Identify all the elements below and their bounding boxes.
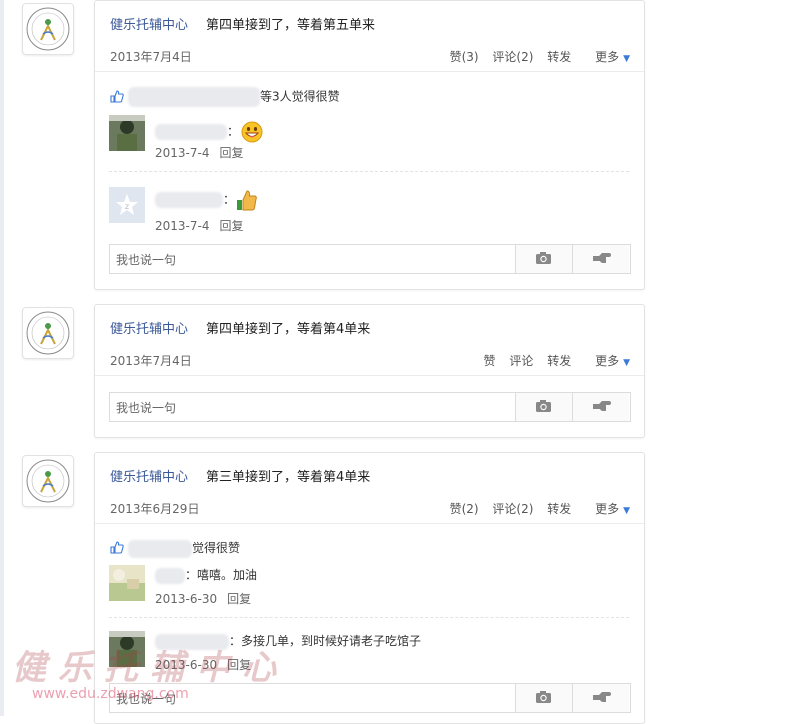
author-avatar[interactable] — [22, 3, 74, 55]
photo-button[interactable] — [515, 684, 572, 712]
post-header: 健乐托辅中心 第四单接到了，等着第4单来 2013年7月4日 赞 评论 转发 更… — [95, 305, 644, 376]
comment-meta: 2013-6-30 回复 — [155, 590, 251, 607]
share-button[interactable]: 转发 — [547, 50, 571, 64]
comment-item: z ： 2013-7-4 回复 — [109, 187, 629, 237]
comment-meta: 2013-7-4 回复 — [155, 217, 243, 234]
likes-text: 觉得很赞 — [192, 541, 241, 555]
author-avatar[interactable] — [22, 307, 74, 359]
svg-text:z: z — [125, 202, 129, 211]
comment-meta: 2013-7-4 回复 — [155, 144, 243, 161]
comment-text: ：多接几单，到时候好请老子吃馆子 — [155, 632, 421, 650]
post-text: 第四单接到了，等着第4单来 — [206, 322, 371, 337]
post-card: 健乐托辅中心 第四单接到了，等着第4单来 2013年7月4日 赞 评论 转发 更… — [94, 304, 645, 438]
commenter-avatar[interactable] — [109, 631, 145, 667]
thumbs-up-emoji-icon — [237, 190, 257, 211]
chevron-down-icon: ▼ — [623, 506, 630, 516]
thumb-button[interactable] — [572, 684, 629, 712]
thumbs-up-icon — [110, 89, 124, 103]
comment-button[interactable]: 评论(2) — [492, 50, 533, 64]
post-text: 第三单接到了，等着第4单来 — [206, 470, 371, 485]
more-button[interactable]: 更多 ▼ — [585, 502, 630, 516]
author-avatar[interactable] — [22, 455, 74, 507]
comment-button[interactable]: 评论 — [509, 354, 533, 368]
comment-input-placeholder: 我也说一句 — [116, 401, 177, 415]
comment-text: ：嘻嘻。加油 — [155, 566, 257, 584]
post-date[interactable]: 2013年6月29日 — [110, 500, 199, 517]
comment-date: 2013-6-30 — [155, 658, 218, 672]
likes-text: 等3人觉得很赞 — [260, 89, 340, 104]
like-button[interactable]: 赞(2) — [450, 502, 479, 516]
hand-point-icon — [593, 692, 611, 702]
reply-button[interactable]: 回复 — [227, 658, 251, 672]
likes-row: 等3人觉得很赞 — [110, 87, 340, 107]
post-actions: 赞(2) 评论(2) 转发 更多 ▼ — [440, 500, 630, 517]
comment-item: ：嘻嘻。加油 2013-6-30 回复 — [109, 565, 629, 615]
commenter-name[interactable] — [155, 124, 227, 140]
reply-button[interactable]: 回复 — [227, 592, 251, 606]
post-card: 健乐托辅中心 第四单接到了，等着第五单来 2013年7月4日 赞(3) 评论(2… — [94, 0, 645, 290]
comment-input[interactable]: 我也说一句 — [109, 683, 631, 713]
comment-item: ： 2013-7-4 回复 — [109, 115, 629, 165]
comment-date: 2013-7-4 — [155, 219, 210, 233]
post-header: 健乐托辅中心 第三单接到了，等着第4单来 2013年6月29日 赞(2) 评论(… — [95, 453, 644, 524]
comment-item: ：多接几单，到时候好请老子吃馆子 2013-6-30 回复 — [109, 631, 629, 681]
author-name[interactable]: 健乐托辅中心 — [110, 318, 188, 337]
hand-point-icon — [593, 401, 611, 411]
post-actions: 赞(3) 评论(2) 转发 更多 ▼ — [440, 48, 630, 65]
more-label: 更多 — [595, 50, 620, 64]
more-label: 更多 — [595, 354, 620, 368]
hand-point-icon — [593, 253, 611, 263]
reply-button[interactable]: 回复 — [219, 219, 243, 233]
camera-icon — [536, 691, 551, 703]
reply-button[interactable]: 回复 — [219, 146, 243, 160]
camera-icon — [536, 400, 551, 412]
post-text: 第四单接到了，等着第五单来 — [206, 18, 376, 33]
comment-divider — [109, 171, 629, 172]
photo-button[interactable] — [515, 393, 572, 421]
post-date[interactable]: 2013年7月4日 — [110, 48, 192, 65]
post-actions: 赞 评论 转发 更多 ▼ — [474, 352, 630, 369]
comment-input[interactable]: 我也说一句 — [109, 392, 631, 422]
more-button[interactable]: 更多 ▼ — [585, 354, 630, 368]
comment-input[interactable]: 我也说一句 — [109, 244, 631, 274]
comment-date: 2013-7-4 — [155, 146, 210, 160]
commenter-name[interactable] — [155, 192, 223, 208]
commenter-avatar[interactable] — [109, 115, 145, 151]
like-button[interactable]: 赞(3) — [450, 50, 479, 64]
chevron-down-icon: ▼ — [623, 358, 630, 368]
comment-input-placeholder: 我也说一句 — [116, 692, 177, 706]
thumbs-up-icon — [110, 541, 124, 554]
commenter-avatar[interactable] — [109, 565, 145, 601]
like-button[interactable]: 赞 — [484, 354, 496, 368]
comment-divider — [109, 617, 629, 618]
comment-meta: 2013-6-30 回复 — [155, 656, 251, 673]
liker-names[interactable] — [128, 87, 260, 107]
commenter-name[interactable] — [155, 633, 229, 650]
comment-button[interactable]: 评论(2) — [492, 502, 533, 516]
thumb-button[interactable] — [572, 245, 629, 273]
author-name[interactable]: 健乐托辅中心 — [110, 466, 188, 485]
post-date[interactable]: 2013年7月4日 — [110, 352, 192, 369]
camera-icon — [536, 252, 551, 264]
likes-row: 觉得很赞 — [110, 539, 240, 558]
author-name[interactable]: 健乐托辅中心 — [110, 14, 188, 33]
post-header: 健乐托辅中心 第四单接到了，等着第五单来 2013年7月4日 赞(3) 评论(2… — [95, 1, 644, 72]
share-button[interactable]: 转发 — [547, 502, 571, 516]
left-rule — [0, 0, 4, 716]
liker-names[interactable] — [128, 539, 192, 558]
commenter-name[interactable] — [155, 567, 185, 584]
thumb-button[interactable] — [572, 393, 629, 421]
comment-date: 2013-6-30 — [155, 592, 218, 606]
photo-button[interactable] — [515, 245, 572, 273]
share-button[interactable]: 转发 — [547, 354, 571, 368]
comment-input-placeholder: 我也说一句 — [116, 253, 177, 267]
grin-emoji-icon — [241, 121, 263, 143]
commenter-avatar[interactable]: z — [109, 187, 145, 223]
post-card: 健乐托辅中心 第三单接到了，等着第4单来 2013年6月29日 赞(2) 评论(… — [94, 452, 645, 724]
more-button[interactable]: 更多 ▼ — [585, 50, 630, 64]
more-label: 更多 — [595, 502, 620, 516]
comment-text: ： — [155, 188, 259, 212]
comment-text: ： — [155, 121, 263, 143]
chevron-down-icon: ▼ — [623, 54, 630, 64]
